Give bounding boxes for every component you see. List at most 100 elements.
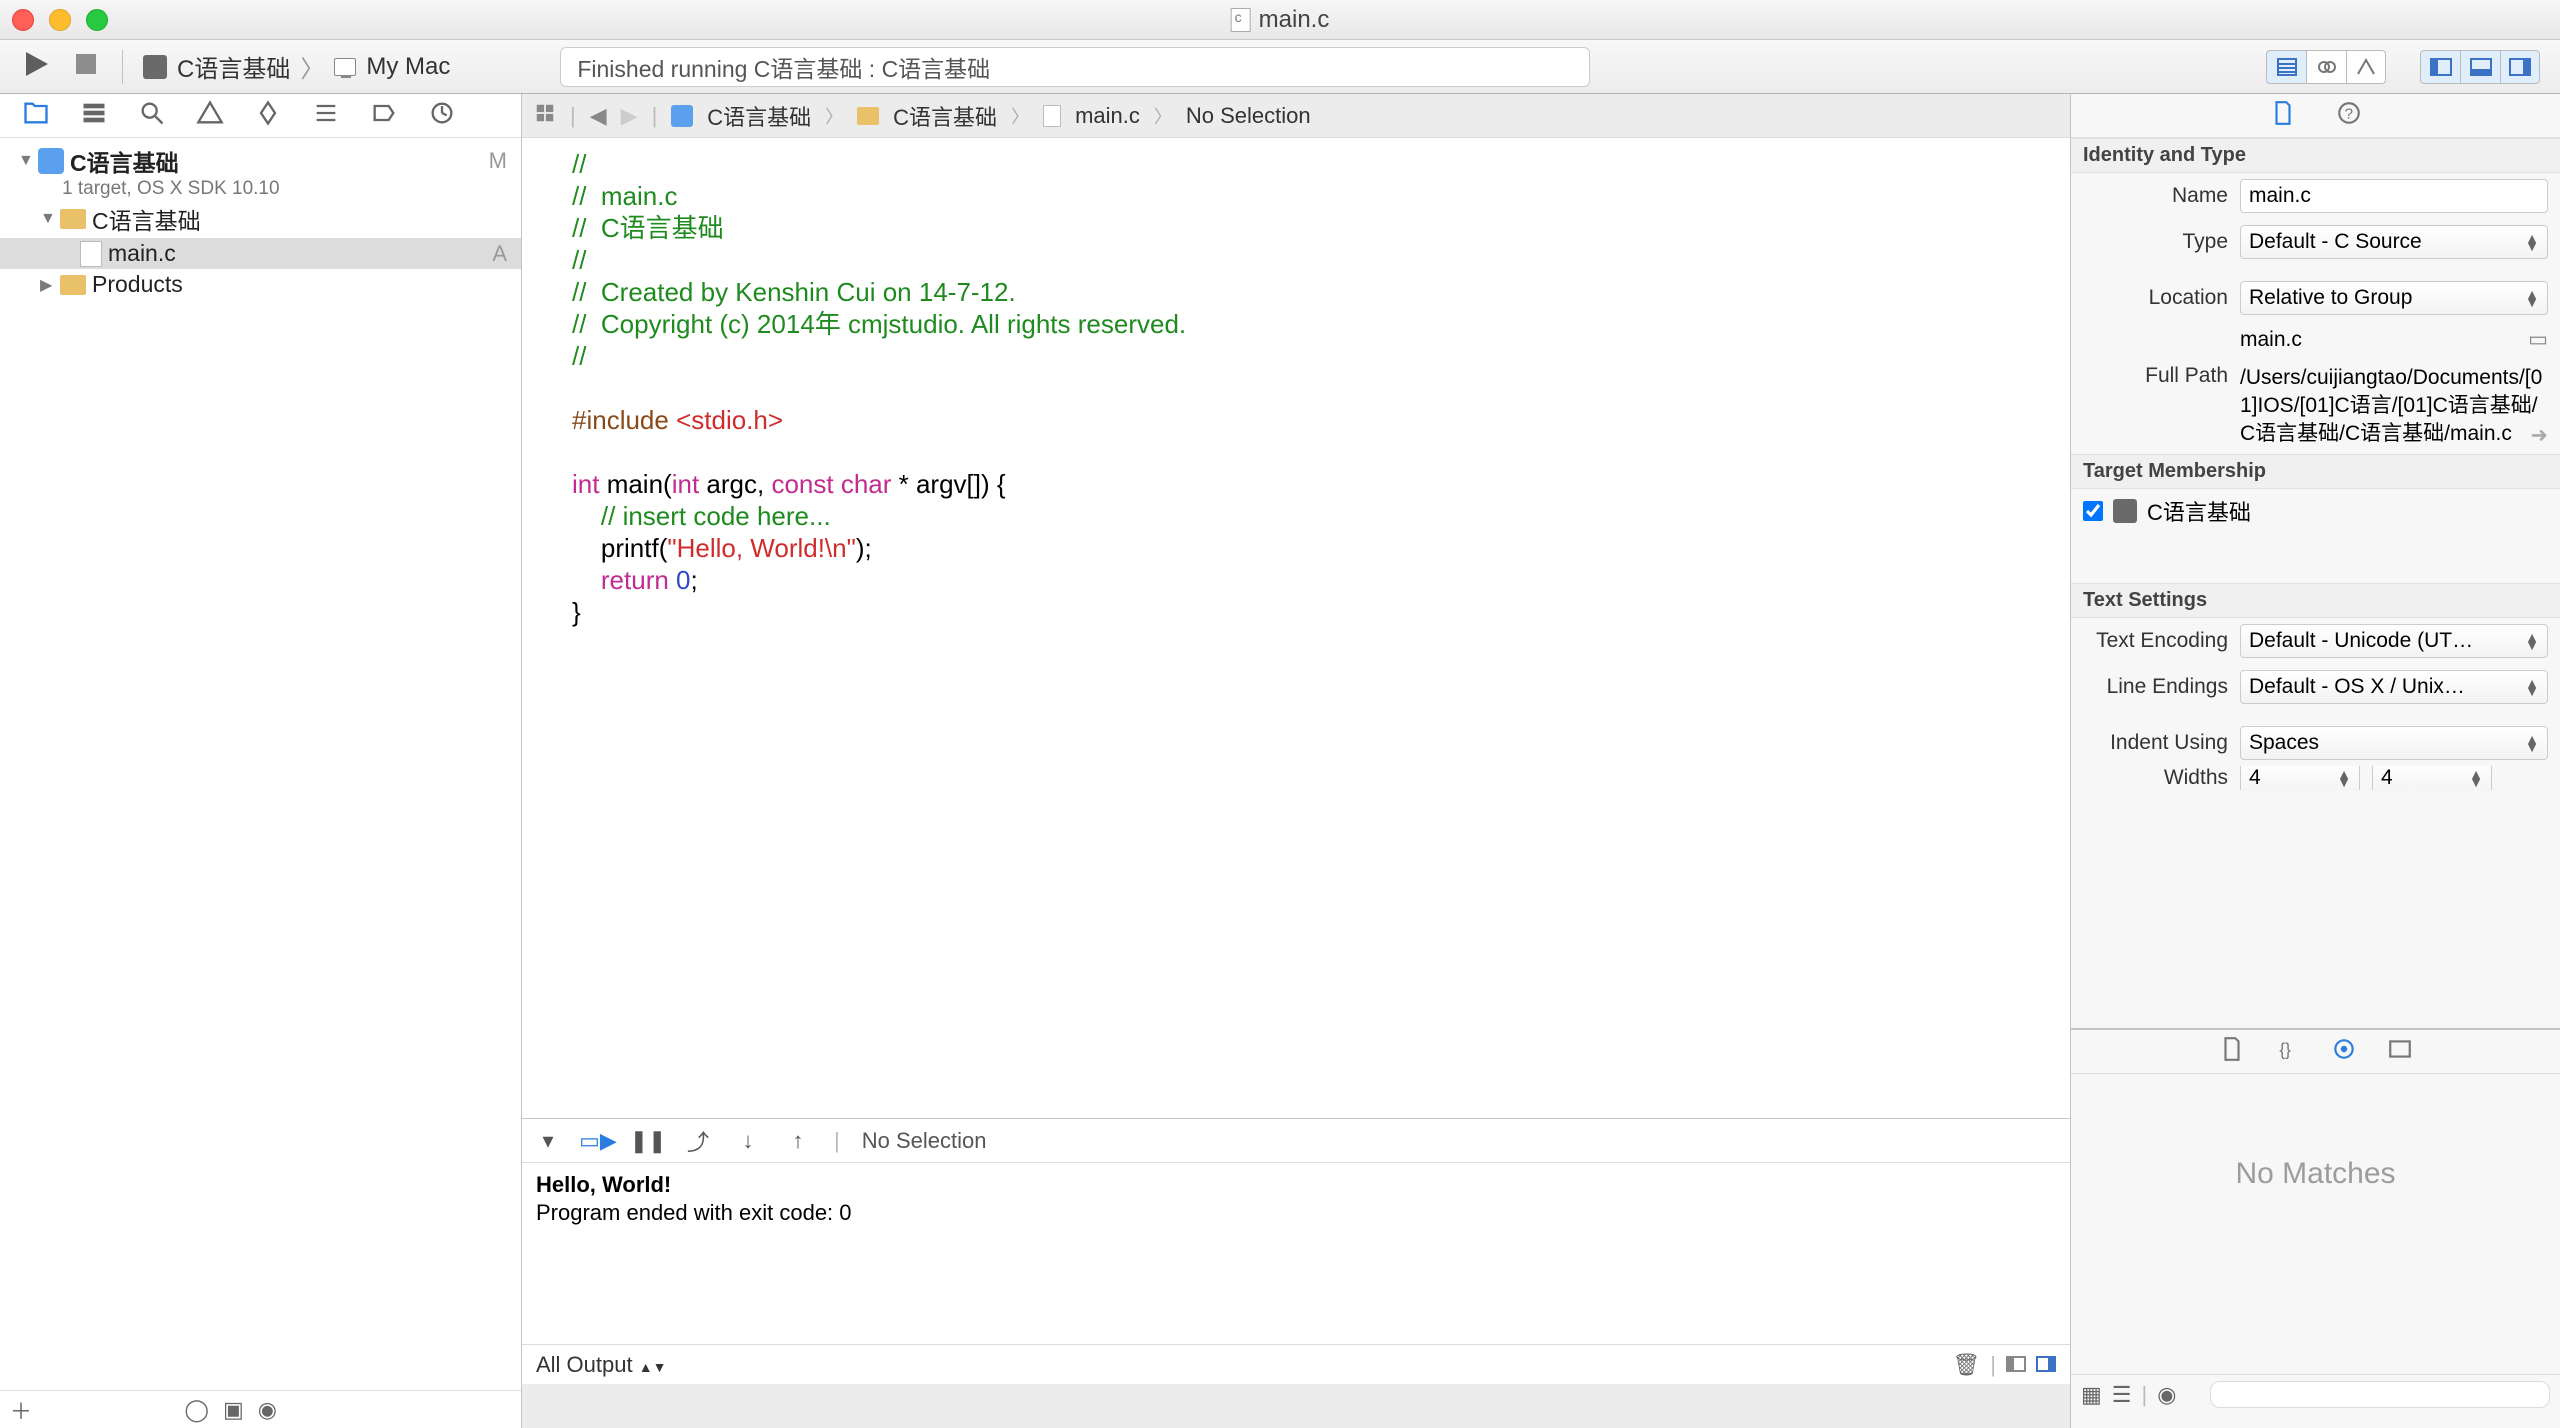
step-over-icon[interactable]: ⤴ (684, 1129, 712, 1153)
step-into-icon[interactable]: ↓ (734, 1129, 762, 1153)
issue-navigator-tab[interactable] (196, 99, 224, 133)
variables-view-icon[interactable] (2006, 1352, 2026, 1378)
object-library-tab[interactable] (2331, 1036, 2357, 1068)
debug-navigator-tab[interactable] (312, 99, 340, 133)
run-button[interactable] (20, 48, 52, 86)
tab-width-stepper[interactable]: 4▲▼ (2240, 766, 2360, 790)
code-line: int main(int argc, const char * argv[]) … (572, 468, 2058, 500)
project-icon (38, 148, 64, 174)
scope-icon[interactable]: ◉ (2157, 1382, 2176, 1408)
hide-debug-icon[interactable]: ▾ (534, 1129, 562, 1153)
console-view-icon[interactable] (2036, 1352, 2056, 1378)
name-field[interactable] (2240, 179, 2548, 213)
toolbar: C语言基础 〉 My Mac Finished running C语言基础 : … (0, 40, 2560, 94)
close-icon[interactable] (12, 9, 34, 31)
lineendings-select[interactable]: Default - OS X / Unix…▲▼ (2240, 670, 2548, 704)
location-file: main.c (2240, 328, 2302, 352)
library-panel: {} No Matches ▦ ☰ | ◉ (2071, 1028, 2560, 1428)
library-tabs: {} (2071, 1030, 2560, 1074)
navigator-filter-input[interactable] (291, 1399, 511, 1420)
toggle-inspector-button[interactable] (2500, 50, 2540, 84)
tree-folder-row[interactable]: ▼ C语言基础 (0, 200, 521, 238)
breakpoints-toggle-icon[interactable]: ▭▶ (584, 1129, 612, 1153)
tree-file-row[interactable]: main.c A (0, 238, 521, 269)
file-inspector-tab[interactable] (2270, 100, 2296, 132)
disclosure-triangle-icon[interactable]: ▶ (40, 275, 54, 295)
source-editor[interactable]: // // main.c // C语言基础 // // Created by K… (522, 138, 2070, 1118)
report-navigator-tab[interactable] (428, 99, 456, 133)
folder-icon (60, 275, 86, 295)
toggle-navigator-button[interactable] (2420, 50, 2460, 84)
reveal-in-finder-icon[interactable]: ➜ (2530, 423, 2548, 448)
toggle-debug-button[interactable] (2460, 50, 2500, 84)
fullpath-value: /Users/cuijiangtao/Documents/[01]IOS/[01… (2240, 364, 2548, 448)
section-header: Text Settings (2071, 583, 2560, 618)
indent-width-stepper[interactable]: 4▲▼ (2372, 766, 2492, 790)
indent-select[interactable]: Spaces▲▼ (2240, 726, 2548, 760)
continue-icon[interactable]: ❚❚ (634, 1129, 662, 1153)
tree-item-label: C语言基础 (92, 202, 201, 236)
clear-console-icon[interactable]: 🗑 (1952, 1352, 1980, 1378)
version-editor-button[interactable] (2346, 50, 2386, 84)
tree-item-label: main.c (108, 240, 176, 267)
code-snippet-tab[interactable]: {} (2275, 1036, 2301, 1068)
symbol-navigator-tab[interactable] (80, 99, 108, 133)
grid-view-icon[interactable]: ▦ (2081, 1382, 2102, 1408)
navigator-panel: ▼ C语言基础 M 1 target, OS X SDK 10.10 ▼ C语言… (0, 94, 522, 1428)
stop-button[interactable] (70, 48, 102, 86)
back-button[interactable]: ◀ (590, 103, 607, 129)
test-navigator-tab[interactable] (254, 99, 282, 133)
assistant-editor-button[interactable] (2306, 50, 2346, 84)
jumpbar-item[interactable]: C语言基础 (893, 100, 997, 132)
window-title-text: main.c (1259, 6, 1330, 34)
recent-filter-icon[interactable]: ◯ (184, 1397, 209, 1423)
jumpbar-item[interactable]: No Selection (1186, 103, 1311, 129)
location-label: Location (2083, 286, 2228, 310)
target-membership-row[interactable]: C语言基础 (2071, 489, 2560, 533)
location-select[interactable]: Relative to Group▲▼ (2240, 281, 2548, 315)
minimize-icon[interactable] (49, 9, 71, 31)
inspector-tabs: ? (2071, 94, 2560, 138)
disclosure-triangle-icon[interactable]: ▼ (18, 152, 32, 170)
add-button[interactable]: ＋ (10, 1394, 32, 1426)
choose-folder-icon[interactable]: ▭ (2528, 327, 2548, 352)
scheme-selector[interactable]: C语言基础 〉 My Mac (143, 49, 450, 84)
zoom-icon[interactable] (86, 9, 108, 31)
jumpbar-item[interactable]: C语言基础 (707, 100, 811, 132)
tree-project-row[interactable]: ▼ C语言基础 M (0, 142, 521, 180)
jump-bar[interactable]: | ◀ ▶ | C语言基础 〉 C语言基础 〉 main.c 〉 No Sele… (522, 94, 2070, 138)
tree-folder-row[interactable]: ▶ Products (0, 269, 521, 300)
output-filter-select[interactable]: All Output ▲▼ (536, 1352, 666, 1378)
quick-help-tab[interactable]: ? (2336, 100, 2362, 132)
folder-icon (60, 209, 86, 229)
find-navigator-tab[interactable] (138, 99, 166, 133)
encoding-select[interactable]: Default - Unicode (UT…▲▼ (2240, 624, 2548, 658)
file-icon (1043, 105, 1061, 127)
window-title: main.c (1231, 6, 1330, 34)
library-filter-input[interactable] (2210, 1381, 2550, 1408)
jumpbar-item[interactable]: main.c (1075, 103, 1140, 129)
target-checkbox[interactable] (2083, 501, 2103, 521)
step-out-icon[interactable]: ↑ (784, 1129, 812, 1153)
activity-text: Finished running C语言基础 : C语言基础 (577, 50, 990, 84)
forward-button[interactable]: ▶ (621, 103, 638, 129)
disclosure-triangle-icon[interactable]: ▼ (40, 210, 54, 228)
tree-project-name: C语言基础 (70, 144, 179, 178)
filter-icon[interactable]: ◉ (258, 1397, 277, 1423)
file-template-tab[interactable] (2219, 1036, 2245, 1068)
breakpoint-navigator-tab[interactable] (370, 99, 398, 133)
mac-icon (334, 58, 356, 76)
type-select[interactable]: Default - C Source▲▼ (2240, 225, 2548, 259)
media-library-tab[interactable] (2387, 1036, 2413, 1068)
scm-filter-icon[interactable]: ▣ (223, 1397, 244, 1423)
encoding-label: Text Encoding (2083, 629, 2228, 653)
project-navigator-tab[interactable] (22, 99, 50, 133)
tree-project-subtitle: 1 target, OS X SDK 10.10 (62, 178, 521, 200)
list-view-icon[interactable]: ☰ (2112, 1382, 2132, 1408)
project-icon (671, 105, 693, 127)
project-tree[interactable]: ▼ C语言基础 M 1 target, OS X SDK 10.10 ▼ C语言… (0, 138, 521, 1390)
standard-editor-button[interactable] (2266, 50, 2306, 84)
related-items-icon[interactable] (534, 102, 556, 130)
console-output[interactable]: Hello, World! Program ended with exit co… (522, 1163, 2070, 1344)
console-line: Hello, World! (536, 1171, 2056, 1199)
